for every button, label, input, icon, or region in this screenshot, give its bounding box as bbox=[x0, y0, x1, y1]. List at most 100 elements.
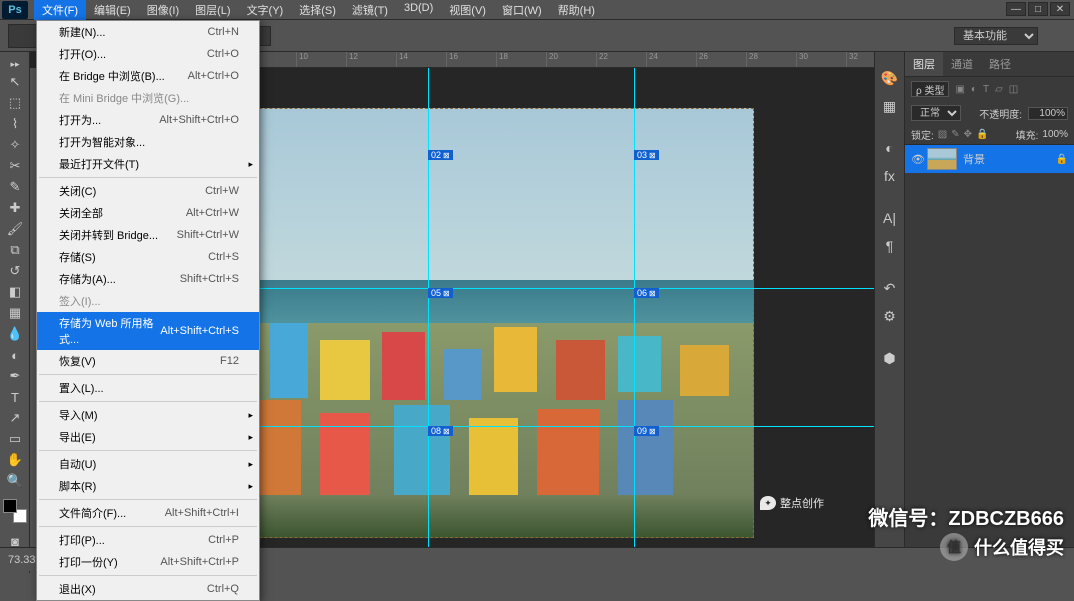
eyedropper-tool-icon[interactable]: ✎ bbox=[3, 177, 27, 197]
properties-panel-icon[interactable]: ⚙ bbox=[878, 304, 902, 328]
slice-badge[interactable]: 02⊠ bbox=[428, 150, 453, 160]
menubar-item[interactable]: 选择(S) bbox=[291, 0, 344, 20]
toolbar-toggle-icon[interactable]: ▸▸ bbox=[3, 57, 27, 71]
fill-value[interactable]: 100% bbox=[1042, 129, 1068, 140]
layer-row[interactable]: 👁 背景 🔒 bbox=[905, 145, 1074, 173]
filter-smart-icon[interactable]: ◫ bbox=[1009, 84, 1018, 95]
menu-item[interactable]: 退出(X)Ctrl+Q bbox=[37, 578, 259, 600]
filter-image-icon[interactable]: ▣ bbox=[955, 84, 964, 95]
marquee-tool-icon[interactable]: ⬚ bbox=[3, 93, 27, 113]
3d-panel-icon[interactable]: ⬢ bbox=[878, 346, 902, 370]
lock-pixels-icon[interactable]: ✎ bbox=[951, 129, 959, 140]
workspace-selector[interactable]: 基本功能 bbox=[954, 27, 1038, 45]
menu-item[interactable]: 导入(M) bbox=[37, 404, 259, 426]
shape-tool-icon[interactable]: ▭ bbox=[3, 429, 27, 449]
lock-transparency-icon[interactable]: ▨ bbox=[938, 129, 947, 140]
filter-adjust-icon[interactable]: ◐ bbox=[971, 84, 977, 95]
menu-item[interactable]: 打印一份(Y)Alt+Shift+Ctrl+P bbox=[37, 551, 259, 573]
close-button[interactable]: ✕ bbox=[1050, 2, 1070, 16]
menu-item[interactable]: 关闭并转到 Bridge...Shift+Ctrl+W bbox=[37, 224, 259, 246]
menubar-item[interactable]: 视图(V) bbox=[441, 0, 494, 20]
menu-item[interactable]: 自动(U) bbox=[37, 453, 259, 475]
menu-item[interactable]: 关闭(C)Ctrl+W bbox=[37, 180, 259, 202]
type-tool-icon[interactable]: T bbox=[3, 387, 27, 407]
menu-item[interactable]: 新建(N)...Ctrl+N bbox=[37, 21, 259, 43]
lock-position-icon[interactable]: ✥ bbox=[964, 129, 972, 140]
menubar-item[interactable]: 3D(D) bbox=[396, 0, 441, 20]
layer-filter-select[interactable]: ρ 类型 bbox=[911, 81, 949, 97]
menubar-item[interactable]: 图像(I) bbox=[139, 0, 187, 20]
menubar-item[interactable]: 图层(L) bbox=[187, 0, 238, 20]
ruler-tick: 22 bbox=[596, 52, 646, 67]
blend-mode-select[interactable]: 正常 bbox=[911, 105, 961, 121]
window-controls: — □ ✕ bbox=[1006, 2, 1070, 16]
hand-tool-icon[interactable]: ✋ bbox=[3, 450, 27, 470]
menu-item[interactable]: 在 Bridge 中浏览(B)...Alt+Ctrl+O bbox=[37, 65, 259, 87]
menu-item[interactable]: 打开为...Alt+Shift+Ctrl+O bbox=[37, 109, 259, 131]
menu-item[interactable]: 最近打开文件(T) bbox=[37, 153, 259, 175]
color-panel-icon[interactable]: 🎨 bbox=[878, 66, 902, 90]
pen-tool-icon[interactable]: ✒ bbox=[3, 366, 27, 386]
layer-name[interactable]: 背景 bbox=[963, 151, 985, 167]
tools-panel: ▸▸ ↖ ⬚ ⌇ ✧ ✂ ✎ ✚ 🖌 ⧉ ↺ ◧ ▦ 💧 ◐ ✒ T ↗ ▭ ✋… bbox=[0, 52, 30, 573]
filter-shape-icon[interactable]: ▱ bbox=[995, 84, 1003, 95]
move-tool-icon[interactable]: ↖ bbox=[3, 72, 27, 92]
stamp-tool-icon[interactable]: ⧉ bbox=[3, 240, 27, 260]
menubar-item[interactable]: 文字(Y) bbox=[239, 0, 292, 20]
styles-panel-icon[interactable]: fx bbox=[878, 164, 902, 188]
menu-item[interactable]: 关闭全部Alt+Ctrl+W bbox=[37, 202, 259, 224]
menu-item[interactable]: 存储为 Web 所用格式...Alt+Shift+Ctrl+S bbox=[37, 312, 259, 350]
tab-channels[interactable]: 通道 bbox=[943, 52, 981, 76]
slice-badge[interactable]: 05⊠ bbox=[428, 288, 453, 298]
slice-badge[interactable]: 09⊠ bbox=[634, 426, 659, 436]
tab-paths[interactable]: 路径 bbox=[981, 52, 1019, 76]
adjustments-panel-icon[interactable]: ◐ bbox=[878, 136, 902, 160]
character-panel-icon[interactable]: A| bbox=[878, 206, 902, 230]
crop-tool-icon[interactable]: ✂ bbox=[3, 156, 27, 176]
history-brush-tool-icon[interactable]: ↺ bbox=[3, 261, 27, 281]
menubar-item[interactable]: 文件(F) bbox=[34, 0, 86, 20]
menu-item[interactable]: 存储(S)Ctrl+S bbox=[37, 246, 259, 268]
tab-layers[interactable]: 图层 bbox=[905, 52, 943, 76]
opacity-value[interactable]: 100% bbox=[1028, 107, 1068, 120]
dodge-tool-icon[interactable]: ◐ bbox=[3, 345, 27, 365]
zoom-tool-icon[interactable]: 🔍 bbox=[3, 471, 27, 491]
menu-item[interactable]: 置入(L)... bbox=[37, 377, 259, 399]
menu-item[interactable]: 导出(E) bbox=[37, 426, 259, 448]
minimize-button[interactable]: — bbox=[1006, 2, 1026, 16]
menu-item[interactable]: 脚本(R) bbox=[37, 475, 259, 497]
color-swatches[interactable] bbox=[3, 499, 27, 523]
swatches-panel-icon[interactable]: ▦ bbox=[878, 94, 902, 118]
watermark-wechat: ✦ 整点创作 bbox=[760, 495, 824, 511]
slice-badge[interactable]: 08⊠ bbox=[428, 426, 453, 436]
slice-badge[interactable]: 03⊠ bbox=[634, 150, 659, 160]
menubar-item[interactable]: 编辑(E) bbox=[86, 0, 139, 20]
foreground-color-swatch[interactable] bbox=[3, 499, 17, 513]
brush-tool-icon[interactable]: 🖌 bbox=[3, 219, 27, 239]
gradient-tool-icon[interactable]: ▦ bbox=[3, 303, 27, 323]
menu-item[interactable]: 打开为智能对象... bbox=[37, 131, 259, 153]
layer-visibility-icon[interactable]: 👁 bbox=[911, 153, 927, 166]
path-tool-icon[interactable]: ↗ bbox=[3, 408, 27, 428]
eraser-tool-icon[interactable]: ◧ bbox=[3, 282, 27, 302]
lock-all-icon[interactable]: 🔒 bbox=[976, 129, 988, 140]
menu-item[interactable]: 打印(P)...Ctrl+P bbox=[37, 529, 259, 551]
layer-thumbnail[interactable] bbox=[927, 148, 957, 170]
menu-item[interactable]: 文件简介(F)...Alt+Shift+Ctrl+I bbox=[37, 502, 259, 524]
lock-label: 锁定: bbox=[911, 127, 934, 142]
menu-item[interactable]: 存储为(A)...Shift+Ctrl+S bbox=[37, 268, 259, 290]
blur-tool-icon[interactable]: 💧 bbox=[3, 324, 27, 344]
history-panel-icon[interactable]: ↶ bbox=[878, 276, 902, 300]
slice-badge[interactable]: 06⊠ bbox=[634, 288, 659, 298]
wand-tool-icon[interactable]: ✧ bbox=[3, 135, 27, 155]
menu-item[interactable]: 打开(O)...Ctrl+O bbox=[37, 43, 259, 65]
lasso-tool-icon[interactable]: ⌇ bbox=[3, 114, 27, 134]
menubar-item[interactable]: 帮助(H) bbox=[550, 0, 603, 20]
healing-tool-icon[interactable]: ✚ bbox=[3, 198, 27, 218]
menubar-item[interactable]: 滤镜(T) bbox=[344, 0, 396, 20]
paragraph-panel-icon[interactable]: ¶ bbox=[878, 234, 902, 258]
menubar-item[interactable]: 窗口(W) bbox=[494, 0, 550, 20]
filter-type-icon[interactable]: T bbox=[983, 84, 989, 95]
maximize-button[interactable]: □ bbox=[1028, 2, 1048, 16]
menu-item[interactable]: 恢复(V)F12 bbox=[37, 350, 259, 372]
